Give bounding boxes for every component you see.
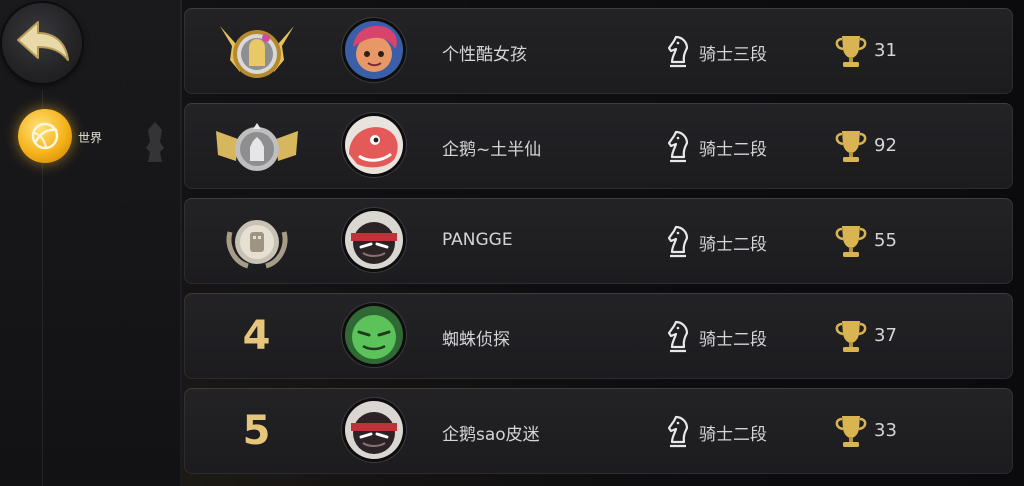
trophy-icon: [835, 36, 867, 67]
player-name: 企鹅~土半仙: [442, 140, 542, 160]
list-item[interactable]: PANGGE 骑士二段 55: [184, 198, 1013, 284]
list-item[interactable]: 个性酷女孩 骑士三段 31: [184, 8, 1013, 94]
trophy-icon: [835, 226, 867, 257]
avatar[interactable]: [345, 116, 403, 174]
left-panel: 世界: [0, 0, 182, 486]
avatar[interactable]: [345, 21, 403, 79]
chess-piece-watermark-icon: [146, 122, 164, 162]
player-name: 个性酷女孩: [442, 45, 527, 65]
tier-label: 骑士二段: [699, 235, 767, 255]
list-item[interactable]: 4 蜘蛛侦探 骑士二段 37: [184, 293, 1013, 379]
tier-label: 骑士二段: [699, 425, 767, 445]
knight-icon: [667, 35, 689, 68]
score-value: 31: [874, 40, 897, 61]
knight-icon: [667, 415, 689, 448]
trophy-icon: [835, 321, 867, 352]
back-arrow-icon: [17, 21, 69, 61]
avatar[interactable]: [345, 211, 403, 269]
list-item[interactable]: 企鹅~土半仙 骑士二段 92: [184, 103, 1013, 189]
knight-icon: [667, 320, 689, 353]
rank-list: 个性酷女孩 骑士三段 31 企鹅~土半仙 骑士二段 92 PANGGE 骑士二段…: [184, 8, 1013, 483]
knight-icon: [667, 130, 689, 163]
globe-icon: [18, 109, 72, 163]
tab-world[interactable]: 世界: [18, 109, 118, 165]
player-name: PANGGE: [442, 230, 513, 250]
leaderboard-screen: 世界 个性酷女孩 骑士三段 31 企鹅~土半仙 骑士二段 92 PANGGE 骑…: [0, 0, 1024, 486]
rank-badge-cell: 4: [212, 301, 302, 371]
rank-badge-cell: 5: [212, 396, 302, 466]
player-name: 企鹅sao皮迷: [442, 425, 540, 445]
bronze-round-badge-icon: [226, 220, 288, 269]
player-name: 蜘蛛侦探: [442, 330, 510, 350]
avatar[interactable]: [345, 306, 403, 364]
back-button[interactable]: [2, 3, 82, 83]
trophy-icon: [835, 131, 867, 162]
gold-laurel-badge-icon: [220, 26, 294, 78]
rank-badge-cell: [212, 16, 302, 86]
rank-badge-cell: [212, 206, 302, 276]
score-value: 37: [874, 325, 897, 346]
silver-winged-badge-icon: [216, 123, 298, 171]
score-value: 33: [874, 420, 897, 441]
tab-world-label: 世界: [78, 131, 103, 145]
trophy-icon: [835, 416, 867, 447]
rank-number: 4: [242, 313, 272, 359]
tier-label: 骑士二段: [699, 140, 767, 160]
avatar[interactable]: [345, 401, 403, 459]
score-value: 55: [874, 230, 897, 251]
tier-label: 骑士二段: [699, 330, 767, 350]
rank-number: 5: [242, 408, 272, 454]
rank-badge-cell: [212, 111, 302, 181]
score-value: 92: [874, 135, 897, 156]
tier-label: 骑士三段: [699, 45, 767, 65]
list-item[interactable]: 5 企鹅sao皮迷 骑士二段 33: [184, 388, 1013, 474]
knight-icon: [667, 225, 689, 258]
